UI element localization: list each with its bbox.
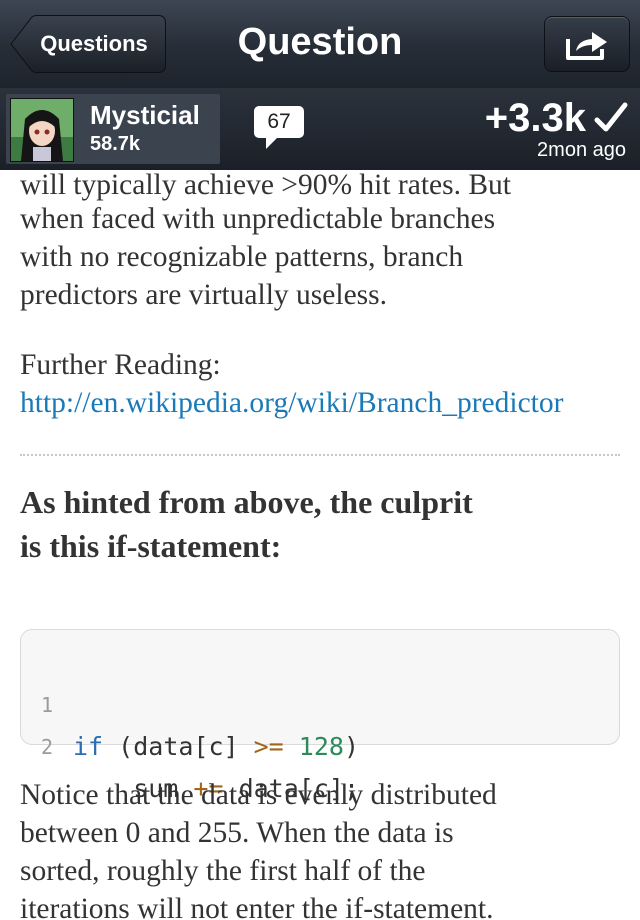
answer-user-bar: Mysticial 58.7k 67 +3.3k 2mon ago: [0, 88, 640, 170]
avatar-image: [11, 99, 73, 161]
code-block: 1 if (data[c] >= 128) 2 sum += data[c];: [20, 629, 620, 803]
share-arrow-icon: [566, 32, 607, 60]
answer-paragraph-line: predictors are virtually useless.: [20, 279, 387, 311]
further-reading-link[interactable]: http://en.wikipedia.org/wiki/Branch_pred…: [20, 387, 563, 419]
code-line: 2 sum += data[c];: [21, 684, 619, 803]
user-reputation: 58.7k: [90, 133, 141, 155]
code-line: 1 if (data[c] >= 128): [21, 642, 619, 761]
answer-time-ago: 2mon ago: [537, 139, 626, 161]
section-heading-line: As hinted from above, the culprit: [20, 484, 473, 520]
checkmark-icon: [594, 102, 628, 132]
answer-paragraph-line: iterations will not enter the if-stateme…: [20, 893, 494, 920]
answer-paragraph-line: when faced with unpredictable branches: [20, 203, 496, 235]
section-heading-line: is this if-statement:: [20, 528, 282, 564]
answer-paragraph-line: sorted, roughly the first half of the: [20, 855, 426, 887]
section-heading: As hinted from above, the culprit is thi…: [20, 480, 620, 568]
answer-score: +3.3k: [485, 94, 628, 142]
user-name: Mysticial: [90, 100, 200, 130]
section-divider: [20, 454, 620, 456]
code-text: if (data[c] >= 128): [73, 732, 360, 761]
back-button-label: Questions: [40, 31, 148, 56]
answer-paragraph-line: Notice that the data is evenly distribut…: [20, 779, 497, 811]
line-number: 2: [41, 735, 54, 759]
avatar: [10, 98, 74, 162]
back-button[interactable]: Questions: [10, 15, 166, 73]
answer-paragraph-line: between 0 and 255. When the data is: [20, 817, 454, 849]
answer-paragraph-line: with no recognizable patterns, branch: [20, 241, 464, 273]
answer-paragraph-line: will typically achieve >90% hit rates. B…: [20, 169, 511, 201]
share-button[interactable]: [544, 16, 630, 72]
further-reading-label: Further Reading:: [20, 349, 221, 381]
comment-count-badge[interactable]: 67: [254, 106, 304, 149]
further-reading-line: http://en.wikipedia.org/wiki/Branch_pred…: [20, 384, 640, 422]
navigation-bar: Questions Question: [0, 0, 640, 89]
user-card[interactable]: Mysticial 58.7k: [6, 94, 220, 164]
score-value: +3.3k: [484, 96, 586, 140]
